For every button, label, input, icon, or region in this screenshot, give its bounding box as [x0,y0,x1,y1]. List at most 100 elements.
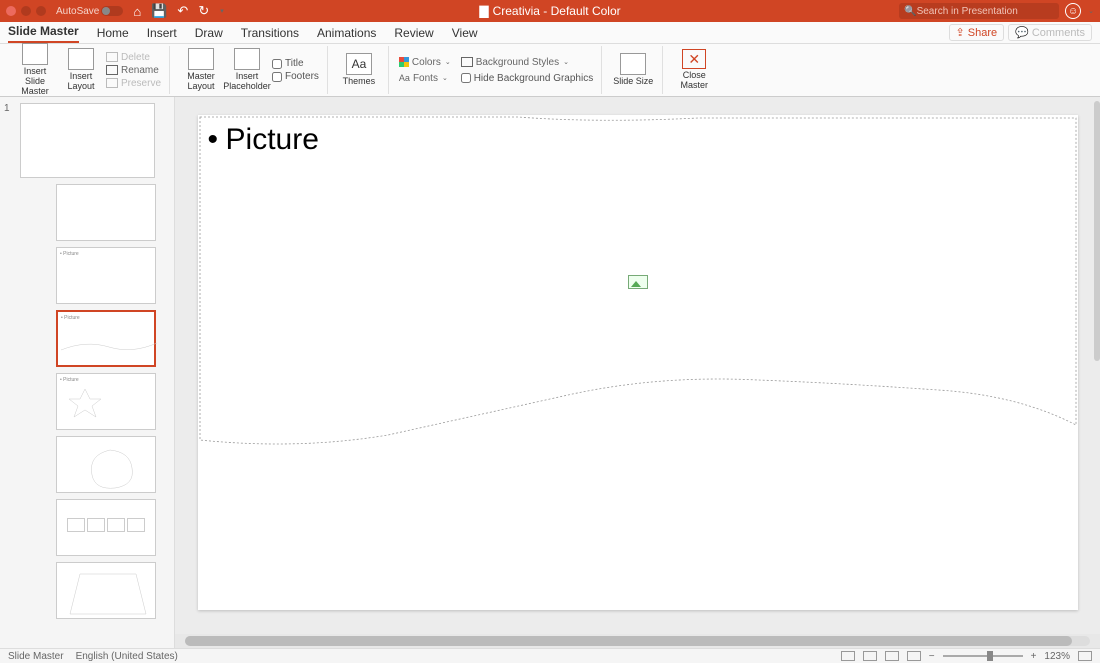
chevron-down-icon: ⌄ [442,74,448,82]
zoom-in-button[interactable]: + [1031,651,1037,662]
comments-button[interactable]: 💬Comments [1008,24,1092,41]
toggle-icon[interactable] [101,6,123,16]
quick-access-toolbar: ⌂ 💾 ↶ ↻ ▾ [133,3,223,19]
fonts-button[interactable]: Aa Fonts⌄ [399,73,451,84]
canvas-scroll[interactable]: • Picture [175,97,1100,634]
slideshow-view-button[interactable] [907,651,921,661]
insert-placeholder-button[interactable]: Insert Placeholder [226,48,268,92]
hscroll-thumb[interactable] [185,636,1072,646]
thumbnail-layout-1[interactable] [56,184,156,241]
tab-draw[interactable]: Draw [195,26,223,43]
title-checkbox[interactable]: Title [272,58,319,69]
window-controls [6,6,46,16]
search-icon: 🔍 [904,6,916,17]
slide-size-button[interactable]: Slide Size [612,53,654,87]
group-background: Colors⌄ Aa Fonts⌄ Background Styles⌄ Hid… [391,46,602,94]
placeholder-icon [234,48,260,70]
account-dropdown-icon[interactable]: ⌄ [1088,7,1094,15]
tab-review[interactable]: Review [394,26,433,43]
thumbnail-panel[interactable]: 1 • Picture • Picture • Picture [0,97,175,648]
share-icon: ⇪ [956,26,965,39]
tab-transitions[interactable]: Transitions [241,26,299,43]
footers-checkbox[interactable]: Footers [272,71,319,82]
group-edit-master: Insert Slide Master Insert Layout Delete… [6,46,170,94]
master-number: 1 [4,103,10,114]
save-icon[interactable]: 💾 [151,3,167,19]
thumbnail-layout-4[interactable]: • Picture [56,373,156,430]
zoom-out-button[interactable]: − [929,651,935,662]
colors-button[interactable]: Colors⌄ [399,57,451,68]
colors-icon [399,57,409,67]
vertical-scrollbar[interactable] [1094,97,1100,634]
themes-button[interactable]: Aa Themes [338,53,380,87]
title-text: Creativia - Default Color [493,4,621,18]
rename-button[interactable]: Rename [106,65,161,76]
hide-background-checkbox[interactable]: Hide Background Graphics [461,73,594,84]
close-master-button[interactable]: ✕ Close Master [673,49,715,91]
thumbnail-master[interactable] [20,103,155,178]
status-view: Slide Master [8,651,64,662]
thumbnail-layout-6[interactable] [56,499,156,556]
user-account-icon[interactable]: ☺ [1065,3,1081,19]
delete-icon [106,52,118,62]
group-themes: Aa Themes [330,46,389,94]
thumbnail-layout-7[interactable] [56,562,156,619]
maximize-window-icon[interactable] [36,6,46,16]
group-size: Slide Size [604,46,663,94]
fit-to-window-button[interactable] [1078,651,1092,661]
redo-icon[interactable]: ↻ [198,3,209,19]
layout-icon [68,48,94,70]
tab-view[interactable]: View [452,26,478,43]
star-thumb-icon [60,377,156,427]
rename-icon [106,65,118,75]
sorter-view-button[interactable] [863,651,877,661]
tab-animations[interactable]: Animations [317,26,376,43]
slide-canvas[interactable]: • Picture [198,115,1078,610]
reading-view-button[interactable] [885,651,899,661]
themes-icon: Aa [346,53,372,75]
insert-layout-button[interactable]: Insert Layout [60,48,102,92]
search-input[interactable] [917,6,1055,17]
zoom-level[interactable]: 123% [1044,651,1070,662]
picture-placeholder-label[interactable]: • Picture [208,123,319,157]
undo-icon[interactable]: ↶ [177,3,188,19]
group-close: ✕ Close Master [665,46,723,94]
qat-dropdown-icon[interactable]: ▾ [220,7,224,15]
insert-slide-master-button[interactable]: Insert Slide Master [14,43,56,97]
status-language[interactable]: English (United States) [76,651,178,662]
share-button[interactable]: ⇪Share [949,24,1005,41]
tab-insert[interactable]: Insert [147,26,177,43]
autosave-toggle[interactable]: AutoSave [56,6,123,17]
normal-view-button[interactable] [841,651,855,661]
master-layout-button[interactable]: Master Layout [180,48,222,92]
slide-master-icon [22,43,48,65]
thumbnail-layout-3[interactable]: • Picture [56,310,156,367]
slide-size-icon [620,53,646,75]
search-box[interactable]: 🔍 [899,3,1059,19]
background-icon [461,57,473,67]
comments-icon: 💬 [1015,26,1029,39]
preserve-button[interactable]: Preserve [106,78,161,89]
zoom-slider[interactable] [943,655,1023,657]
close-window-icon[interactable] [6,6,16,16]
blob-thumb-icon [60,440,156,490]
ribbon: Insert Slide Master Insert Layout Delete… [0,44,1100,97]
tab-slide-master[interactable]: Slide Master [8,24,79,43]
vscroll-thumb[interactable] [1094,101,1100,361]
title-bar: AutoSave ⌂ 💾 ↶ ↻ ▾ ▇ Creativia - Default… [0,0,1100,22]
delete-button[interactable]: Delete [106,52,161,63]
trapezoid-thumb-icon [60,566,156,616]
tab-home[interactable]: Home [97,26,129,43]
thumbnail-layout-2[interactable]: • Picture [56,247,156,304]
picture-placeholder-icon[interactable] [628,275,648,289]
home-icon[interactable]: ⌂ [133,4,141,19]
horizontal-scrollbar[interactable] [175,634,1100,648]
thumbnail-layout-5[interactable] [56,436,156,493]
preserve-icon [106,78,118,88]
main-area: 1 • Picture • Picture • Picture [0,97,1100,648]
minimize-window-icon[interactable] [21,6,31,16]
group-master-layout: Master Layout Insert Placeholder Title F… [172,46,328,94]
document-title: ▇ Creativia - Default Color [479,4,620,18]
background-styles-button[interactable]: Background Styles⌄ [461,57,594,68]
close-icon: ✕ [682,49,706,69]
